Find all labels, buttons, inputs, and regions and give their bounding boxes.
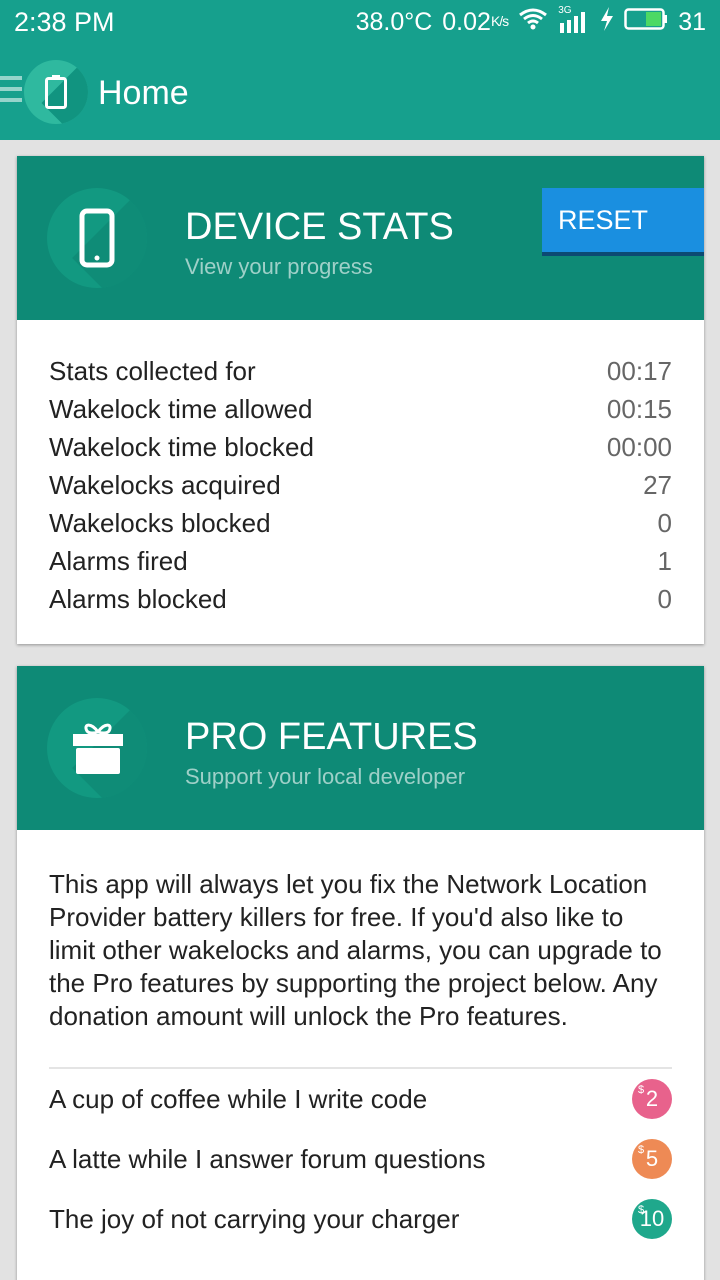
stats-list: Stats collected for 00:17 Wakelock time … bbox=[17, 320, 704, 618]
battery-icon bbox=[624, 7, 668, 38]
status-time: 2:38 PM bbox=[14, 7, 115, 37]
donation-item-charger[interactable]: The joy of not carrying your charger $10 bbox=[49, 1189, 672, 1249]
stat-label: Alarms fired bbox=[49, 545, 188, 576]
app-bar: Home bbox=[0, 44, 720, 140]
stat-label: Alarms blocked bbox=[49, 583, 227, 614]
device-stats-card: DEVICE STATS View your progress RESET St… bbox=[17, 156, 704, 644]
status-bar: 2:38 PM 38.0°C 0.02K/s 3G 31 bbox=[0, 0, 720, 44]
donation-label: The joy of not carrying your charger bbox=[49, 1203, 460, 1234]
stat-value: 00:15 bbox=[606, 393, 672, 424]
stat-label: Wakelocks blocked bbox=[49, 507, 271, 538]
pro-description: This app will always let you fix the Net… bbox=[49, 869, 662, 1031]
wifi-icon bbox=[518, 7, 548, 38]
device-stats-header: DEVICE STATS View your progress RESET bbox=[17, 156, 704, 320]
menu-icon[interactable] bbox=[0, 76, 22, 102]
page-title: Home bbox=[98, 74, 189, 112]
pro-features-title: PRO FEATURES bbox=[185, 716, 478, 758]
device-icon-badge bbox=[47, 188, 147, 288]
pro-features-card: PRO FEATURES Support your local develope… bbox=[17, 666, 704, 1280]
temperature-readout: 38.0°C bbox=[355, 7, 433, 36]
pro-features-subtitle: Support your local developer bbox=[185, 764, 466, 789]
stat-row: Wakelocks acquired 27 bbox=[49, 466, 672, 504]
stat-label: Wakelocks acquired bbox=[49, 469, 281, 500]
stat-row: Alarms fired 1 bbox=[49, 542, 672, 580]
cell-signal-icon: 3G bbox=[558, 5, 590, 35]
device-stats-title: DEVICE STATS bbox=[185, 206, 454, 248]
net-speed-readout: 0.02K/s bbox=[442, 7, 509, 36]
stat-value: 0 bbox=[657, 583, 672, 614]
app-logo[interactable] bbox=[24, 60, 88, 124]
stat-row: Wakelock time allowed 00:15 bbox=[49, 390, 672, 428]
donation-item-coffee[interactable]: A cup of coffee while I write code $2 bbox=[49, 1069, 672, 1129]
price-badge: $10 bbox=[632, 1199, 672, 1239]
stat-row: Wakelocks blocked 0 bbox=[49, 504, 672, 542]
gift-icon bbox=[73, 723, 123, 774]
stat-label: Wakelock time allowed bbox=[49, 393, 313, 424]
price-badge: $2 bbox=[632, 1079, 672, 1119]
stat-row: Wakelock time blocked 00:00 bbox=[49, 428, 672, 466]
gift-icon-badge bbox=[47, 698, 147, 798]
pro-features-header: PRO FEATURES Support your local develope… bbox=[17, 666, 704, 830]
stat-row: Alarms blocked 0 bbox=[49, 580, 672, 618]
phone-icon bbox=[79, 208, 115, 268]
stat-row: Stats collected for 00:17 bbox=[49, 352, 672, 390]
device-stats-subtitle: View your progress bbox=[185, 254, 373, 279]
battery-level: 31 bbox=[678, 7, 706, 36]
donation-label: A cup of coffee while I write code bbox=[49, 1083, 428, 1114]
net-speed-unit: K/s bbox=[490, 12, 509, 29]
stat-value: 27 bbox=[643, 469, 672, 500]
donation-label: A latte while I answer forum questions bbox=[49, 1143, 486, 1174]
donation-item-latte[interactable]: A latte while I answer forum questions $… bbox=[49, 1129, 672, 1189]
stat-value: 00:00 bbox=[606, 431, 672, 462]
reset-button[interactable]: RESET bbox=[542, 188, 704, 256]
stat-label: Wakelock time blocked bbox=[49, 431, 314, 462]
stat-label: Stats collected for bbox=[49, 355, 256, 386]
stat-value: 00:17 bbox=[606, 355, 672, 386]
stat-value: 0 bbox=[657, 507, 672, 538]
price-badge: $5 bbox=[632, 1139, 672, 1179]
stat-value: 1 bbox=[657, 545, 672, 576]
charging-icon bbox=[600, 6, 614, 38]
battery-icon bbox=[45, 75, 67, 109]
